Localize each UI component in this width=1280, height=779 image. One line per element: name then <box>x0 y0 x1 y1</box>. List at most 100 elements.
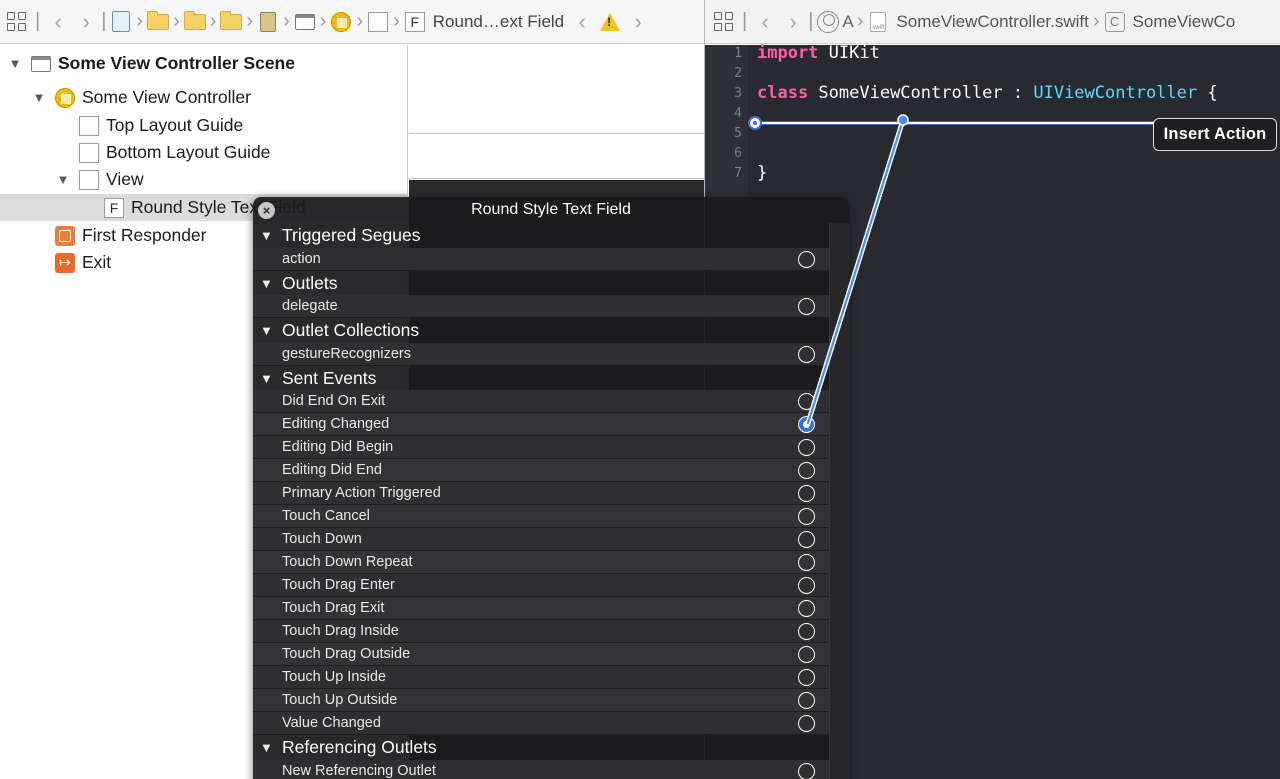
class-breadcrumb[interactable]: SomeViewCo <box>1133 12 1236 32</box>
connection-well-icon[interactable] <box>798 485 815 503</box>
type-token: UIViewController <box>1033 83 1198 103</box>
disclosure-triangle-icon[interactable]: ▼ <box>260 319 273 343</box>
connection-well-icon[interactable] <box>798 715 815 733</box>
code-text: UIKit <box>818 43 880 63</box>
connection-label: Touch Up Inside <box>282 669 386 686</box>
connection-well-icon[interactable] <box>798 508 815 526</box>
connection-row: Editing Did End <box>253 459 829 483</box>
code-line-1[interactable]: import UIKit <box>757 43 880 63</box>
connection-row: Primary Action Triggered <box>253 482 829 506</box>
connection-well-icon[interactable] <box>798 577 815 595</box>
folder-icon[interactable] <box>220 10 243 33</box>
connection-well-icon[interactable] <box>798 554 815 572</box>
code-line-7[interactable]: } <box>757 163 767 183</box>
folder-icon[interactable] <box>147 10 170 33</box>
connection-label: Primary Action Triggered <box>282 485 441 502</box>
view-icon[interactable] <box>367 11 389 33</box>
class-icon[interactable]: C <box>1104 11 1126 33</box>
section-header[interactable]: ▼ Outlet Collections <box>253 318 829 343</box>
swift-file-icon[interactable]: swift <box>867 11 889 33</box>
exit-icon: ↦ <box>54 252 76 274</box>
outline-item-top-layout-guide[interactable]: Top Layout Guide <box>0 112 408 139</box>
automatic-label[interactable]: A <box>842 12 853 32</box>
related-items-grid-icon[interactable] <box>6 11 28 33</box>
connection-label: Did End On Exit <box>282 393 386 410</box>
breadcrumb-current[interactable]: Round…ext Field <box>433 12 564 32</box>
outline-item-scene[interactable]: ▼ Some View Controller Scene <box>0 50 408 77</box>
close-icon[interactable]: × <box>258 202 275 219</box>
connection-well-icon[interactable] <box>798 393 815 411</box>
section-header[interactable]: ▼ Outlets <box>253 271 829 296</box>
connection-row: Touch Down Repeat <box>253 551 829 575</box>
line-number: 5 <box>734 126 742 141</box>
connection-well-icon[interactable] <box>798 439 815 457</box>
connection-well-icon[interactable] <box>798 646 815 664</box>
next-issue-button[interactable]: › <box>624 9 652 35</box>
connection-row: Touch Up Outside <box>253 689 829 713</box>
connection-well-icon[interactable] <box>798 623 815 641</box>
connection-well-icon[interactable] <box>798 600 815 618</box>
section-header[interactable]: ▼ Triggered Segues <box>253 223 829 248</box>
connection-well-icon[interactable] <box>798 298 815 316</box>
outline-item-label: Bottom Layout Guide <box>106 142 271 162</box>
forward-arrow-button[interactable]: › <box>72 9 100 35</box>
folder-icon[interactable] <box>183 10 206 33</box>
connection-label: New Referencing Outlet <box>282 762 436 779</box>
disclosure-triangle-icon[interactable]: ▼ <box>260 367 273 391</box>
connection-label: Editing Did Begin <box>282 439 394 456</box>
outline-item-label: View <box>106 169 144 189</box>
disclosure-triangle-icon[interactable]: ▼ <box>30 90 48 105</box>
connection-well-icon[interactable] <box>798 416 815 434</box>
connection-well-icon[interactable] <box>798 762 815 779</box>
section-label: Referencing Outlets <box>282 737 437 758</box>
disclosure-triangle-icon[interactable]: ▼ <box>260 736 273 760</box>
scrollbar[interactable] <box>829 223 849 779</box>
outline-item-view[interactable]: ▼ View <box>0 166 408 193</box>
related-items-grid-icon[interactable] <box>713 11 735 33</box>
connection-well-icon[interactable] <box>798 669 815 687</box>
section-header[interactable]: ▼ Referencing Outlets <box>253 735 829 760</box>
connection-well-icon[interactable] <box>798 345 815 363</box>
section-label: Sent Events <box>282 367 377 388</box>
disclosure-triangle-icon[interactable]: ▼ <box>260 224 273 248</box>
connection-well-icon[interactable] <box>798 531 815 549</box>
back-arrow-button[interactable]: ‹ <box>751 9 779 35</box>
xcode-window: | ‹ › | › › › › › › › › F Round…ext Fiel… <box>0 0 1280 779</box>
connection-well-icon[interactable] <box>798 692 815 710</box>
left-jump-bar: | ‹ › | › › › › › › › › F Round…ext Fiel… <box>0 0 705 44</box>
text-field-icon: F <box>103 197 125 219</box>
project-file-icon[interactable] <box>110 11 132 33</box>
connection-well-icon[interactable] <box>798 462 815 480</box>
file-breadcrumb[interactable]: SomeViewController.swift <box>896 12 1088 32</box>
disclosure-triangle-icon[interactable]: ▼ <box>54 172 72 187</box>
outline-item-view-controller[interactable]: ▼ Some View Controller <box>0 84 408 111</box>
code-line-3[interactable]: class SomeViewController : UIViewControl… <box>757 83 1218 103</box>
connection-label: delegate <box>282 298 338 315</box>
layout-guide-icon <box>78 142 100 164</box>
back-arrow-button[interactable]: ‹ <box>44 9 72 35</box>
connection-label: action <box>282 250 321 267</box>
connection-label: Touch Drag Exit <box>282 600 385 617</box>
text-field-icon[interactable]: F <box>404 11 426 33</box>
disclosure-triangle-icon[interactable]: ▼ <box>6 56 24 71</box>
section-header[interactable]: ▼ Sent Events <box>253 366 829 391</box>
disclosure-triangle-icon[interactable]: ▼ <box>260 272 273 296</box>
insertion-point-handle <box>748 116 762 130</box>
connection-well-icon[interactable] <box>798 250 815 268</box>
panel-title: Round Style Text Field <box>471 201 631 218</box>
connection-label: Editing Did End <box>282 462 382 479</box>
forward-arrow-button[interactable]: › <box>779 9 807 35</box>
outline-item-label: First Responder <box>82 225 207 245</box>
previous-issue-button[interactable]: ‹ <box>568 9 596 35</box>
warning-icon[interactable] <box>599 11 621 33</box>
connection-label: Touch Down Repeat <box>282 554 413 571</box>
connections-panel: Round Style Text Field × ▼ Triggered Segu… <box>253 197 849 779</box>
section-label: Outlet Collections <box>282 320 420 341</box>
storyboard-file-icon[interactable] <box>257 11 279 33</box>
connection-row: gestureRecognizers <box>253 342 829 366</box>
connection-label: Editing Changed <box>282 416 390 433</box>
view-controller-icon[interactable] <box>330 11 352 33</box>
automatic-link-icon[interactable] <box>817 10 840 33</box>
scene-icon[interactable] <box>294 11 316 33</box>
outline-item-bottom-layout-guide[interactable]: Bottom Layout Guide <box>0 139 408 166</box>
